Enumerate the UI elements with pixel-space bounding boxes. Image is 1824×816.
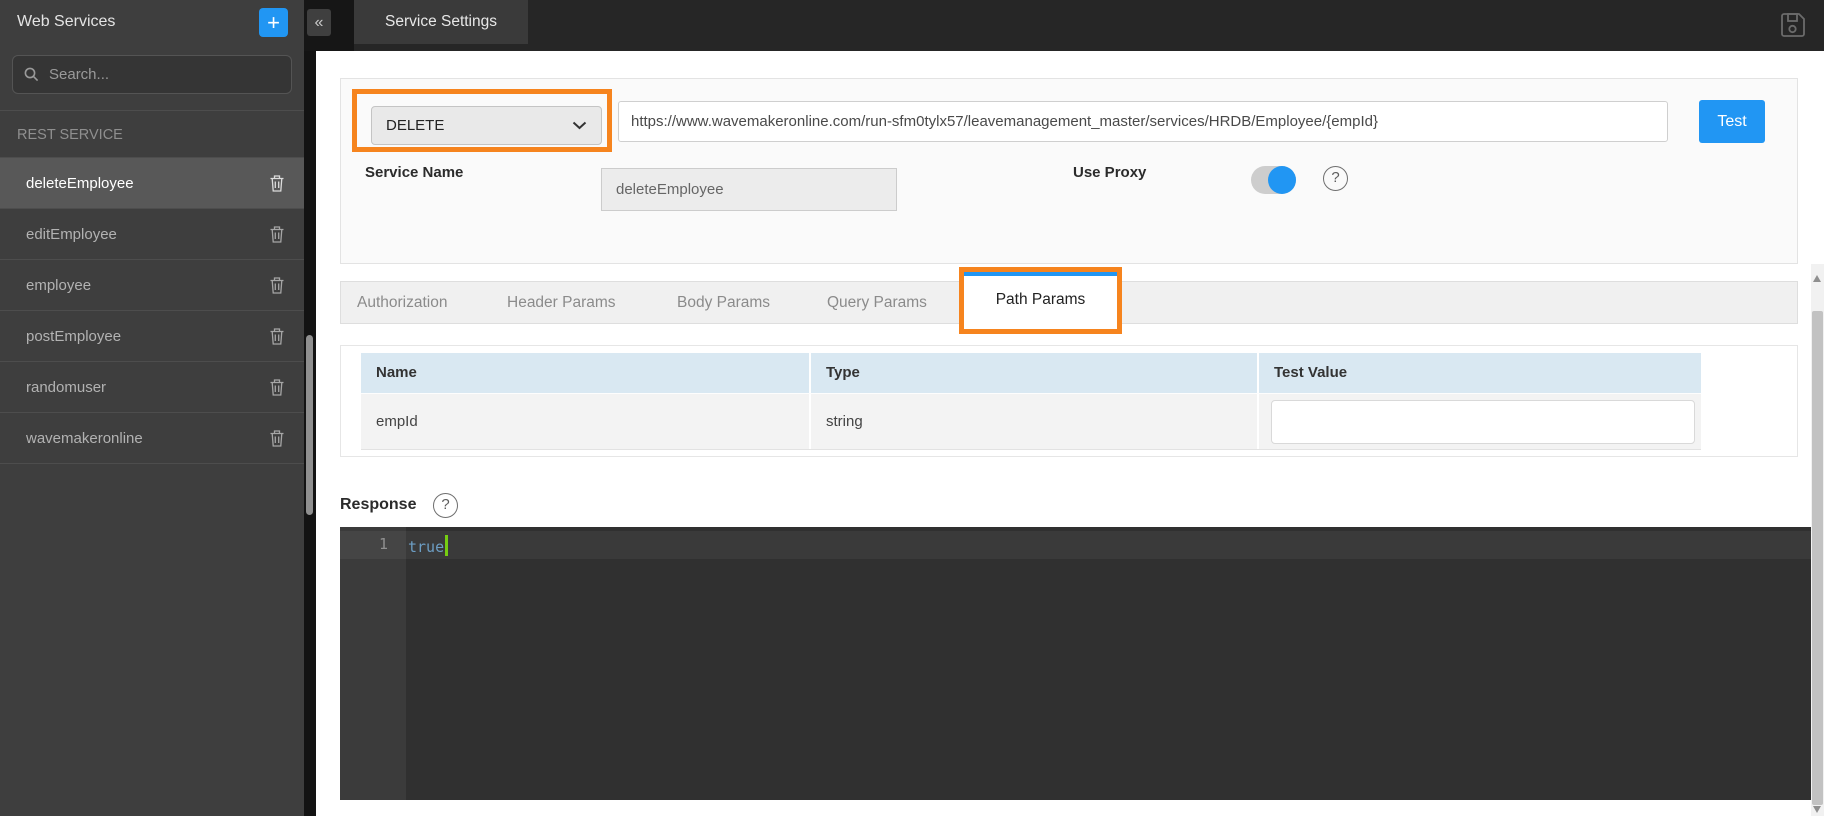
response-editor[interactable]: 1 true <box>340 527 1811 800</box>
editor-active-line <box>340 531 1811 559</box>
test-value-input[interactable] <box>1271 400 1695 444</box>
save-icon[interactable] <box>1779 11 1807 44</box>
cell-param-name: empId <box>361 394 809 449</box>
code-token: true <box>408 538 444 556</box>
app-window: Web Services + REST SERVICE deleteEmploy… <box>0 0 1824 816</box>
path-params-panel: Name Type Test Value empId string <box>340 345 1798 457</box>
sidebar-item-employee[interactable]: employee <box>0 260 304 311</box>
cell-param-type: string <box>809 394 1257 449</box>
service-item-label: employee <box>26 277 91 294</box>
trash-icon[interactable] <box>269 225 285 244</box>
tab-authorization[interactable]: Authorization <box>357 282 447 323</box>
service-item-label: deleteEmployee <box>26 175 134 192</box>
chevron-down-icon <box>572 121 587 130</box>
sidebar: Web Services + REST SERVICE deleteEmploy… <box>0 0 304 816</box>
table-header-row: Name Type Test Value <box>361 353 1701 393</box>
sidebar-header: Web Services + <box>0 0 304 51</box>
response-label: Response <box>340 496 416 514</box>
trash-icon[interactable] <box>269 327 285 346</box>
method-select[interactable]: DELETE <box>371 106 602 145</box>
cell-test-value <box>1257 394 1701 449</box>
method-highlight-box: DELETE <box>352 89 612 152</box>
proxy-help-icon[interactable]: ? <box>1323 166 1348 191</box>
sidebar-item-editEmployee[interactable]: editEmployee <box>0 209 304 260</box>
topbar: « Service Settings <box>304 0 1824 51</box>
test-button[interactable]: Test <box>1699 100 1765 143</box>
sidebar-item-randomuser[interactable]: randomuser <box>0 362 304 413</box>
service-item-label: wavemakeronline <box>26 430 143 447</box>
trash-icon[interactable] <box>269 429 285 448</box>
column-header-test-value: Test Value <box>1257 353 1701 393</box>
column-header-name: Name <box>361 353 809 393</box>
tab-header-params[interactable]: Header Params <box>507 282 616 323</box>
section-rest-service: REST SERVICE <box>0 110 304 158</box>
use-proxy-label: Use Proxy <box>1073 164 1146 181</box>
collapse-sidebar-button[interactable]: « <box>307 9 331 36</box>
service-name-input[interactable] <box>601 168 897 211</box>
trash-icon[interactable] <box>269 378 285 397</box>
scroll-down-arrow-icon[interactable] <box>1813 806 1821 813</box>
use-proxy-toggle[interactable] <box>1251 166 1296 194</box>
active-tab-indicator <box>964 272 1117 276</box>
service-item-label: editEmployee <box>26 226 117 243</box>
tab-service-settings[interactable]: Service Settings <box>354 0 528 44</box>
trash-icon[interactable] <box>269 174 285 193</box>
search-box[interactable] <box>12 55 292 94</box>
active-tab-label: Path Params <box>964 291 1117 309</box>
column-header-type: Type <box>809 353 1257 393</box>
toggle-knob <box>1268 166 1296 194</box>
search-icon <box>23 66 40 83</box>
text-cursor <box>445 535 448 556</box>
content-scrollbar-thumb[interactable] <box>1812 311 1823 805</box>
sidebar-item-deleteEmployee[interactable]: deleteEmployee <box>0 158 304 209</box>
search-input[interactable] <box>49 66 269 83</box>
content-scrollbar[interactable] <box>1811 264 1824 816</box>
trash-icon[interactable] <box>269 276 285 295</box>
editor-gutter <box>340 527 406 800</box>
sidebar-scrollbar[interactable] <box>304 0 316 816</box>
table-row: empId string <box>361 393 1701 450</box>
service-list: deleteEmployee editEmployee employee pos… <box>0 158 304 464</box>
tab-query-params[interactable]: Query Params <box>827 282 927 323</box>
sidebar-title: Web Services <box>17 13 115 31</box>
sidebar-item-postEmployee[interactable]: postEmployee <box>0 311 304 362</box>
path-params-highlight-box: Path Params <box>959 267 1122 334</box>
response-code: true <box>408 535 448 556</box>
tab-path-params[interactable]: Path Params <box>964 272 1117 329</box>
params-table: Name Type Test Value empId string <box>361 353 1701 450</box>
scroll-up-arrow-icon[interactable] <box>1813 275 1821 282</box>
tab-body-params[interactable]: Body Params <box>677 282 770 323</box>
service-item-label: postEmployee <box>26 328 121 345</box>
sidebar-scrollbar-thumb[interactable] <box>306 335 313 515</box>
sidebar-item-wavemakeronline[interactable]: wavemakeronline <box>0 413 304 464</box>
service-name-label: Service Name <box>365 164 463 181</box>
url-input[interactable] <box>618 101 1668 142</box>
service-item-label: randomuser <box>26 379 106 396</box>
method-select-value: DELETE <box>386 117 572 134</box>
response-help-icon[interactable]: ? <box>433 493 458 518</box>
request-settings-panel: DELETE Test Service Name Use Proxy ? <box>340 78 1798 264</box>
add-service-button[interactable]: + <box>259 8 288 37</box>
line-number: 1 <box>340 535 388 553</box>
